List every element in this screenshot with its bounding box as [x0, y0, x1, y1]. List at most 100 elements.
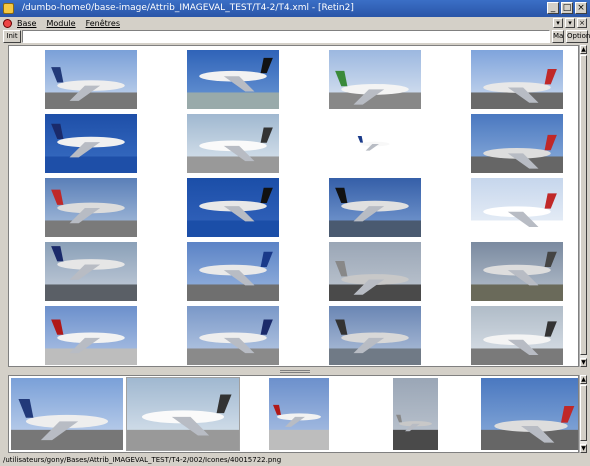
scroll-up-icon[interactable]: ▲ — [580, 45, 587, 54]
thumbnail-image — [471, 306, 563, 365]
window-controls: _ □ × — [547, 2, 587, 14]
thumbnail-image — [471, 242, 563, 301]
image-thumbnail[interactable] — [45, 306, 137, 365]
app-menu-icon[interactable] — [3, 19, 12, 28]
thumbnail-image — [481, 378, 578, 450]
title-bar[interactable]: /dumbo-home0/base-image/Attrib_IMAGEVAL_… — [0, 0, 590, 17]
thumbnail-image — [45, 178, 137, 237]
image-thumbnail[interactable] — [471, 50, 563, 109]
grid-cell[interactable] — [154, 112, 292, 175]
grid-cell[interactable] — [438, 112, 576, 175]
app-icon — [3, 3, 14, 14]
image-thumbnail[interactable] — [471, 114, 563, 173]
scroll-down-icon[interactable]: ▼ — [580, 358, 587, 367]
strip-scrollbar[interactable]: ▲ ▼ — [579, 375, 587, 453]
mdi-controls: ▾ ▾ × — [553, 18, 587, 28]
thumbnail-image — [329, 242, 421, 301]
grid-cell[interactable] — [12, 304, 150, 366]
grid-cell[interactable] — [12, 112, 150, 175]
toolbar: Init Ma Options — [0, 30, 590, 43]
image-thumbnail[interactable] — [45, 178, 137, 237]
strip-thumbnail[interactable] — [11, 378, 123, 450]
menu-fenetres[interactable]: Fenêtres — [86, 17, 120, 30]
grid-cell[interactable] — [12, 48, 150, 111]
window-title: /dumbo-home0/base-image/Attrib_IMAGEVAL_… — [22, 3, 354, 13]
application-window: /dumbo-home0/base-image/Attrib_IMAGEVAL_… — [0, 0, 590, 466]
thumbnail-image — [471, 114, 563, 173]
thumbnail-image — [45, 242, 137, 301]
mdi-close-button[interactable]: × — [577, 18, 587, 28]
selection-strip — [8, 375, 579, 453]
menu-base[interactable]: Base — [17, 17, 36, 30]
image-thumbnail[interactable] — [329, 178, 421, 237]
grid-cell[interactable] — [296, 304, 434, 366]
grid-cell[interactable] — [438, 48, 576, 111]
mdi-minimize-button[interactable]: ▾ — [553, 18, 563, 28]
image-thumbnail[interactable] — [471, 306, 563, 365]
menu-bar: Base Module Fenêtres ▾ ▾ × — [0, 17, 590, 30]
image-thumbnail[interactable] — [355, 114, 395, 173]
grid-cell[interactable] — [296, 48, 434, 111]
image-thumbnail[interactable] — [187, 50, 279, 109]
thumbnail-image — [11, 378, 123, 450]
thumbnail-image — [329, 306, 421, 365]
thumbnail-image — [329, 178, 421, 237]
grid-cell[interactable] — [438, 304, 576, 366]
image-thumbnail[interactable] — [187, 178, 279, 237]
ma-button[interactable]: Ma — [552, 30, 564, 43]
thumbnail-image — [45, 306, 137, 365]
strip-thumbnail[interactable] — [126, 377, 240, 451]
grid-cell[interactable] — [12, 240, 150, 303]
strip-scroll-thumb[interactable] — [580, 385, 587, 441]
grid-cell[interactable] — [296, 112, 434, 175]
grid-cell[interactable] — [12, 176, 150, 239]
image-thumbnail[interactable] — [45, 242, 137, 301]
grid-cell[interactable] — [438, 176, 576, 239]
thumbnail-image — [187, 242, 279, 301]
image-thumbnail[interactable] — [187, 306, 279, 365]
thumbnail-image — [392, 378, 438, 450]
thumbnail-image — [187, 306, 279, 365]
grid-cell[interactable] — [296, 240, 434, 303]
thumbnail-image — [187, 178, 279, 237]
grid-scrollbar[interactable]: ▲ ▼ — [579, 45, 587, 367]
grid-cell[interactable] — [154, 304, 292, 366]
maximize-button[interactable]: □ — [561, 2, 573, 14]
thumbnail-image — [471, 50, 563, 109]
panel-splitter[interactable] — [280, 369, 310, 373]
grid-cell[interactable] — [154, 240, 292, 303]
image-thumbnail[interactable] — [187, 114, 279, 173]
image-thumbnail[interactable] — [471, 242, 563, 301]
image-thumbnail[interactable] — [329, 242, 421, 301]
scroll-thumb[interactable] — [580, 55, 587, 355]
menu-module[interactable]: Module — [46, 17, 75, 30]
grid-cell[interactable] — [154, 48, 292, 111]
init-button[interactable]: Init — [3, 30, 21, 43]
image-thumbnail[interactable] — [187, 242, 279, 301]
strip-thumbnail[interactable] — [269, 378, 329, 450]
strip-scroll-up-icon[interactable]: ▲ — [580, 375, 587, 384]
image-thumbnail[interactable] — [45, 50, 137, 109]
thumbnail-image — [269, 378, 329, 450]
thumbnail-image — [45, 114, 137, 173]
close-button[interactable]: × — [575, 2, 587, 14]
thumbnail-image — [355, 114, 395, 173]
options-button[interactable]: Options — [566, 30, 590, 43]
grid-cell[interactable] — [296, 176, 434, 239]
mdi-restore-button[interactable]: ▾ — [565, 18, 575, 28]
image-thumbnail[interactable] — [471, 178, 563, 237]
image-thumbnail[interactable] — [45, 114, 137, 173]
query-field[interactable] — [22, 30, 550, 43]
thumbnail-image — [471, 178, 563, 237]
strip-scroll-down-icon[interactable]: ▼ — [580, 444, 587, 453]
grid-cell[interactable] — [154, 176, 292, 239]
strip-thumbnail[interactable] — [481, 378, 578, 450]
thumbnail-image — [45, 50, 137, 109]
grid-cell[interactable] — [438, 240, 576, 303]
image-thumbnail[interactable] — [329, 50, 421, 109]
thumbnail-image — [127, 378, 239, 450]
minimize-button[interactable]: _ — [547, 2, 559, 14]
strip-thumbnail[interactable] — [392, 378, 438, 450]
image-thumbnail[interactable] — [329, 306, 421, 365]
image-grid — [8, 45, 579, 367]
